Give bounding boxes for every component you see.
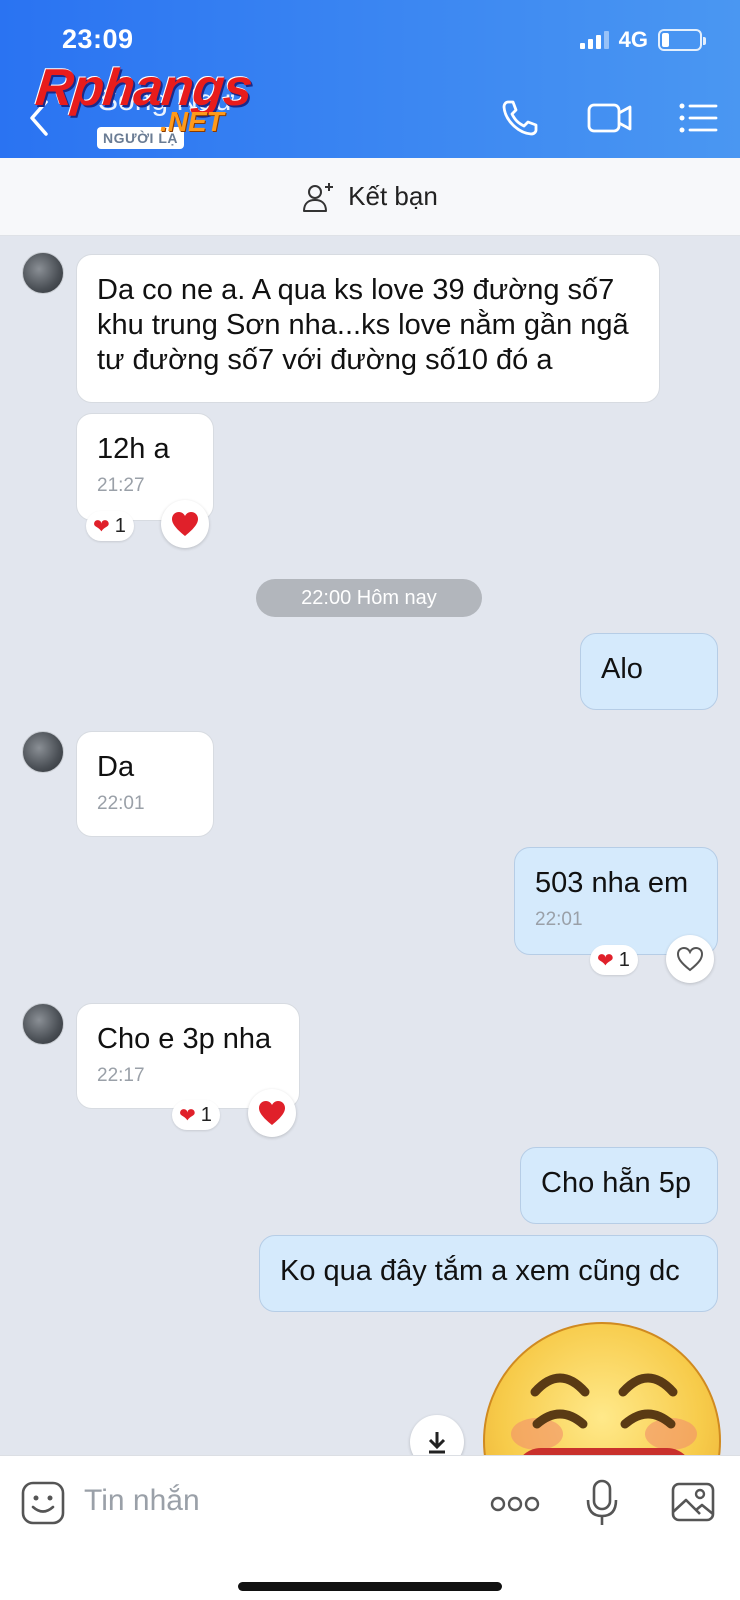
image-icon <box>671 1482 715 1522</box>
date-separator: 22:00 Hôm nay <box>256 579 482 617</box>
message-time: 22:01 <box>97 793 145 814</box>
heart-icon: ❤ <box>93 515 110 538</box>
watermark-logo-sub: .NET <box>160 106 224 137</box>
message-bubble-in[interactable]: Da co ne a. A qua ks love 39 đường số7 k… <box>76 254 660 403</box>
status-indicators: 4G <box>579 27 706 53</box>
battery-icon <box>658 29 706 51</box>
reaction-count: 1 <box>618 948 630 971</box>
network-type: 4G <box>618 27 648 52</box>
more-options-button[interactable] <box>490 1494 540 1519</box>
message-bubble-in[interactable]: Da 22:01 <box>76 731 214 837</box>
reaction-summary[interactable]: ❤ 1 <box>172 1100 220 1130</box>
message-time: 22:17 <box>97 1065 145 1086</box>
message-composer <box>0 1455 740 1600</box>
menu-icon <box>679 103 718 133</box>
video-call-icon <box>587 103 632 133</box>
reaction-count: 1 <box>200 1103 212 1126</box>
voice-message-button[interactable] <box>584 1478 620 1533</box>
heart-icon <box>259 1101 285 1125</box>
status-time: 23:09 <box>62 24 134 54</box>
video-call-button[interactable] <box>586 96 634 140</box>
message-text: Da <box>97 751 135 783</box>
react-button[interactable] <box>666 935 714 983</box>
react-button[interactable] <box>248 1089 296 1137</box>
home-indicator <box>238 1582 502 1591</box>
message-text: 503 nha em <box>535 867 689 899</box>
chat-header: 23:09 4G Song Ngư NGƯỜI LẠ Rphangs .NET <box>0 0 740 158</box>
add-friend-button[interactable]: Kết bạn <box>0 158 740 236</box>
photo-button[interactable] <box>670 1480 716 1529</box>
message-time: 21:27 <box>97 475 145 496</box>
chat-options-button[interactable] <box>676 96 724 140</box>
message-bubble-out[interactable]: Cho hẵn 5p <box>520 1147 718 1224</box>
contact-avatar[interactable] <box>22 252 64 294</box>
message-text: 12h a <box>97 433 170 465</box>
sticker-icon <box>21 1481 65 1525</box>
heart-icon: ❤ <box>179 1104 196 1127</box>
message-text: Alo <box>601 653 643 685</box>
add-user-icon <box>303 182 334 212</box>
contact-avatar[interactable] <box>22 731 64 773</box>
reaction-summary[interactable]: ❤ 1 <box>590 945 638 975</box>
message-input[interactable] <box>84 1476 464 1526</box>
react-button[interactable] <box>161 500 209 548</box>
message-bubble-out[interactable]: Ko qua đây tắm a xem cũng dc <box>259 1235 718 1312</box>
reaction-count: 1 <box>114 514 126 537</box>
download-icon <box>428 1432 446 1454</box>
sticker-button[interactable] <box>20 1480 66 1531</box>
voice-call-button[interactable] <box>498 96 546 140</box>
heart-outline-icon <box>676 946 704 972</box>
message-text: Da co ne a. A qua ks love 39 đường số7 k… <box>97 274 629 376</box>
message-bubble-out[interactable]: Alo <box>580 633 718 710</box>
message-text: Ko qua đây tắm a xem cũng dc <box>280 1255 680 1287</box>
contact-avatar[interactable] <box>22 1003 64 1045</box>
signal-icon <box>579 31 609 49</box>
add-friend-label: Kết bạn <box>348 181 438 211</box>
reaction-summary[interactable]: ❤ 1 <box>86 511 134 541</box>
heart-icon: ❤ <box>597 949 614 972</box>
microphone-icon <box>586 1479 618 1525</box>
phone-icon <box>502 100 538 136</box>
message-text: Cho hẵn 5p <box>541 1167 691 1199</box>
heart-icon <box>172 512 198 536</box>
more-icon <box>490 1496 540 1512</box>
message-text: Cho e 3p nha <box>97 1023 272 1055</box>
message-time: 22:01 <box>535 909 583 930</box>
